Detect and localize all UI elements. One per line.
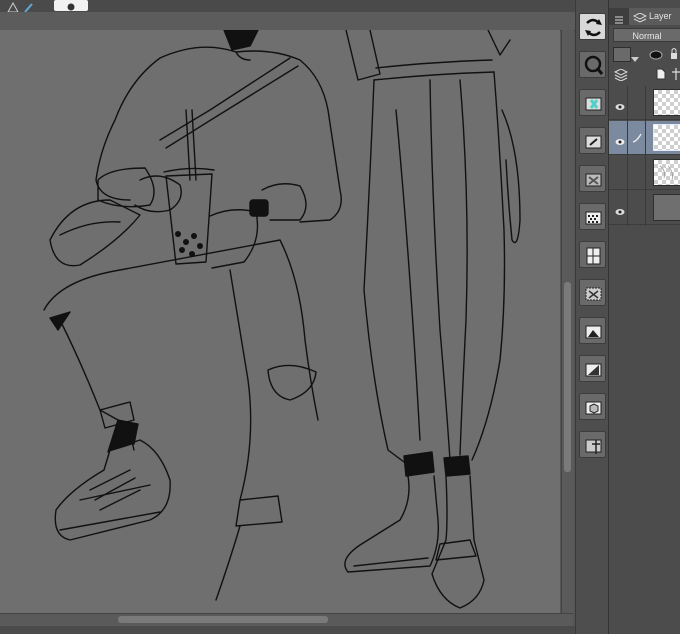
vertical-scroll-thumb[interactable] bbox=[564, 282, 571, 472]
layer-stack-icon[interactable] bbox=[613, 68, 629, 86]
new-tone-icon[interactable] bbox=[579, 203, 606, 230]
layer-column-divider bbox=[627, 86, 628, 226]
panel-tab-bar: Layer bbox=[609, 8, 680, 25]
zoom-icon[interactable] bbox=[579, 51, 606, 78]
layer-option-row bbox=[609, 65, 680, 83]
tab-layer-label: Layer bbox=[649, 11, 672, 21]
layer-command-toolbar bbox=[575, 0, 609, 634]
layer-thumbnail bbox=[653, 124, 680, 151]
new-raster-layer-icon[interactable] bbox=[579, 89, 606, 116]
tab-layer[interactable]: Layer bbox=[629, 8, 680, 25]
layer-panel: Layer Normal bbox=[608, 0, 680, 634]
eye-icon[interactable] bbox=[615, 133, 625, 145]
ruler-icon[interactable] bbox=[579, 431, 606, 458]
frame-border-icon[interactable] bbox=[579, 241, 606, 268]
selection-to-layer-icon[interactable] bbox=[579, 279, 606, 306]
horizontal-scroll-thumb[interactable] bbox=[118, 616, 328, 623]
vertical-scrollbar[interactable] bbox=[561, 30, 574, 613]
image-material-icon[interactable] bbox=[579, 317, 606, 344]
drawing-canvas[interactable] bbox=[0, 30, 560, 613]
gear-icon[interactable] bbox=[54, 0, 88, 11]
layer-thumbnail bbox=[653, 89, 680, 116]
eye-icon[interactable] bbox=[615, 98, 625, 110]
ruler-pin-icon[interactable] bbox=[671, 67, 680, 86]
layer-property-row bbox=[609, 45, 680, 63]
blend-mode-select[interactable]: Normal bbox=[613, 28, 680, 42]
3d-material-icon[interactable] bbox=[579, 393, 606, 420]
convert-layer-icon[interactable] bbox=[579, 13, 606, 40]
layer-color-swatch[interactable] bbox=[613, 47, 631, 62]
new-layer-page-icon[interactable] bbox=[656, 67, 666, 85]
layer-mask-icon[interactable] bbox=[649, 48, 663, 66]
horizontal-scrollbar[interactable] bbox=[0, 613, 573, 626]
eye-icon[interactable] bbox=[615, 203, 625, 215]
new-vector-layer-icon[interactable] bbox=[579, 127, 606, 154]
line-art-illustration bbox=[43, 30, 521, 609]
triangle-tool-icon[interactable] bbox=[6, 0, 20, 13]
layer-thumbnail bbox=[653, 159, 680, 186]
pen-tool-icon[interactable] bbox=[22, 0, 36, 13]
lock-icon[interactable] bbox=[669, 47, 679, 66]
pen-edit-icon bbox=[631, 131, 643, 149]
canvas-header bbox=[0, 12, 575, 31]
layer-thumbnail bbox=[653, 194, 680, 221]
clear-layer-icon[interactable] bbox=[579, 165, 606, 192]
panel-menu-icon[interactable] bbox=[614, 12, 624, 24]
gradient-map-icon[interactable] bbox=[579, 355, 606, 382]
layer-tab-icon bbox=[632, 12, 648, 29]
layer-column-divider bbox=[645, 86, 646, 226]
